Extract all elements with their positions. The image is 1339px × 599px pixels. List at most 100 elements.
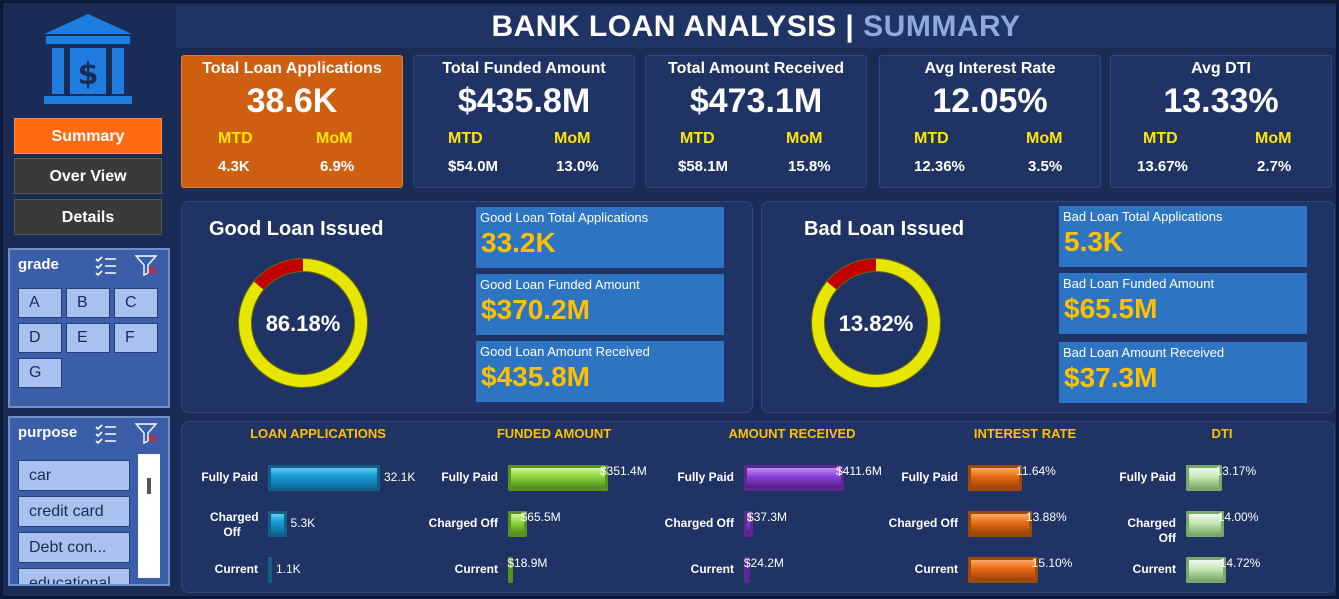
bar-chart-title: AMOUNT RECEIVED — [728, 426, 856, 441]
grade-slicer: grade A B C D E F G — [8, 248, 170, 408]
bar-category-label: Charged Off — [664, 516, 734, 530]
tile-label: Good Loan Total Applications — [480, 210, 649, 225]
kpi-mtd-label: MTD — [448, 130, 483, 147]
bar-category-label: Charged Off — [888, 516, 958, 530]
grade-option-g[interactable]: G — [18, 358, 62, 388]
tile-value: $435.8M — [481, 361, 590, 392]
donut-minor-arc — [254, 259, 304, 290]
bar-chart-title: FUNDED AMOUNT — [496, 426, 612, 441]
bar-chart-title: INTEREST RATE — [973, 426, 1077, 441]
bar-category-label: Current — [214, 562, 258, 576]
bad-loan-received-tile: Bad Loan Amount Received $37.3M — [1059, 342, 1307, 403]
nav-summary-button[interactable]: Summary — [14, 118, 162, 154]
purpose-slicer: purpose car credit card Debt con... educ… — [8, 416, 170, 586]
kpi-card-avg-dti: Avg DTI 13.33% MTD MoM 13.67% 2.7% — [1110, 55, 1332, 188]
bar-mark — [968, 511, 1033, 537]
bar-value-label: 15.10% — [1031, 556, 1073, 570]
bad-loan-donut: 13.82% — [811, 258, 941, 388]
tile-value: $370.2M — [481, 294, 590, 325]
kpi-title: Total Funded Amount — [442, 60, 606, 77]
page-title: BANK LOAN ANALYSIS | SUMMARY — [176, 6, 1336, 48]
purpose-option-debt-consolidation[interactable]: Debt con... — [18, 532, 130, 563]
kpi-mom-value: 6.9% — [320, 158, 355, 175]
purpose-option-car[interactable]: car — [18, 460, 130, 491]
kpi-title: Total Amount Received — [667, 60, 845, 77]
kpi-card-funded-amount: Total Funded Amount $435.8M MTD MoM $54.… — [413, 55, 635, 188]
bar-chart-title: DTI — [1211, 426, 1233, 441]
donut-minor-arc — [827, 259, 877, 290]
grade-option-d[interactable]: D — [18, 323, 62, 353]
kpi-value: $435.8M — [457, 82, 591, 120]
purpose-option-educational[interactable]: educational — [18, 568, 130, 584]
bar-category-label: Current — [1132, 562, 1176, 576]
bar-value-label: $65.5M — [520, 510, 561, 524]
nav-details-button[interactable]: Details — [14, 199, 162, 235]
grade-option-b[interactable]: B — [66, 288, 110, 318]
bar-mark — [268, 465, 380, 491]
bar-category-label: Current — [914, 562, 958, 576]
kpi-mtd-value: $58.1M — [678, 158, 729, 175]
bar-value-label: 14.72% — [1219, 556, 1261, 570]
bar-mark — [268, 511, 287, 537]
bar-chart-title: LOAN APPLICATIONS — [250, 426, 386, 441]
good-loan-title: Good Loan Issued — [209, 218, 384, 240]
bar-value-label: 13.17% — [1215, 464, 1257, 478]
kpi-mtd-value: 13.67% — [1137, 158, 1188, 175]
multi-select-icon[interactable] — [94, 254, 118, 276]
kpi-value: $473.1M — [689, 82, 823, 120]
bad-loan-title: Bad Loan Issued — [804, 218, 965, 240]
kpi-mtd-value: $54.0M — [448, 158, 499, 175]
kpi-mtd-label: MTD — [914, 130, 949, 147]
grade-option-c[interactable]: C — [114, 288, 158, 318]
tile-label: Good Loan Amount Received — [480, 344, 650, 359]
tile-label: Bad Loan Total Applications — [1063, 209, 1223, 224]
bar-mark — [968, 557, 1038, 583]
tile-label: Bad Loan Amount Received — [1063, 345, 1225, 360]
kpi-title: Total Loan Applications — [202, 60, 382, 77]
good-loan-panel: Good Loan Issued 86.18% Good Loan Total … — [181, 201, 753, 413]
kpi-mtd-value: 12.36% — [914, 158, 965, 175]
clear-filter-icon[interactable] — [134, 254, 158, 276]
kpi-card-total-applications: Total Loan Applications 38.6K MTD MoM 4.… — [181, 55, 403, 188]
bad-loan-funded-tile: Bad Loan Funded Amount $65.5M — [1059, 273, 1307, 334]
bar-category-label: Charged Off — [428, 516, 498, 530]
title-separator: | — [845, 10, 855, 43]
bar-category-label: Fully Paid — [901, 470, 958, 484]
purpose-option-credit-card[interactable]: credit card — [18, 496, 130, 527]
kpi-value: 12.05% — [932, 82, 1048, 120]
kpi-mom-value: 15.8% — [788, 158, 831, 175]
tile-value: 5.3K — [1064, 226, 1124, 257]
donut-percent-label: 86.18% — [266, 311, 341, 336]
kpi-mom-label: MoM — [1255, 130, 1292, 147]
kpi-mom-label: MoM — [786, 130, 823, 147]
kpi-mom-value: 3.5% — [1028, 158, 1063, 175]
kpi-mtd-label: MTD — [680, 130, 715, 147]
bank-icon: $ — [44, 14, 132, 104]
bar-category-label: Current — [690, 562, 734, 576]
bar-category-label: Current — [454, 562, 498, 576]
bar-value-label: 14.00% — [1217, 510, 1259, 524]
purpose-scrollbar[interactable] — [138, 454, 160, 578]
grade-option-a[interactable]: A — [18, 288, 62, 318]
good-loan-donut: 86.18% — [238, 258, 368, 388]
bar-mark — [508, 465, 608, 491]
nav-overview-button[interactable]: Over View — [14, 158, 162, 194]
kpi-mtd-label: MTD — [1143, 130, 1178, 147]
good-loan-applications-tile: Good Loan Total Applications 33.2K — [476, 207, 724, 268]
bar-mark — [268, 557, 272, 583]
kpi-mom-value: 13.0% — [556, 158, 599, 175]
bar-value-label: 13.88% — [1025, 510, 1067, 524]
kpi-mom-label: MoM — [554, 130, 591, 147]
tile-value: $37.3M — [1064, 362, 1158, 393]
bad-loan-applications-tile: Bad Loan Total Applications 5.3K — [1059, 206, 1307, 267]
clear-filter-icon[interactable] — [134, 422, 158, 444]
bar-category-label: Fully Paid — [677, 470, 734, 484]
bar-category-label: Fully Paid — [201, 470, 258, 484]
bar-value-label: $18.9M — [507, 556, 548, 570]
scrollbar-thumb[interactable] — [147, 478, 151, 494]
kpi-mom-value: 2.7% — [1257, 158, 1292, 175]
tile-value: 33.2K — [481, 227, 556, 258]
multi-select-icon[interactable] — [94, 422, 118, 444]
grade-option-e[interactable]: E — [66, 323, 110, 353]
grade-option-f[interactable]: F — [114, 323, 158, 353]
